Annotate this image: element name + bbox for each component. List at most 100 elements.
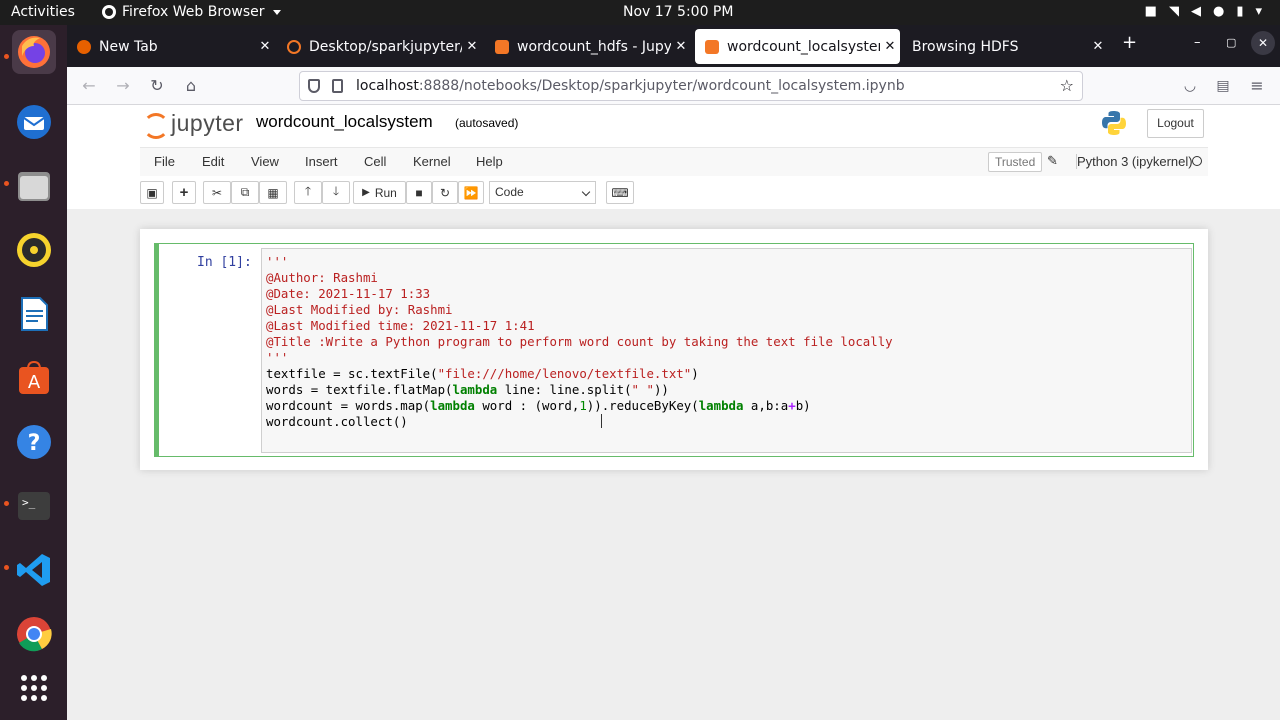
move-up-button[interactable]: 🡑 <box>294 181 322 204</box>
code-token: lambda <box>698 398 744 413</box>
code-token: ) <box>691 366 699 381</box>
restart-kernel-button[interactable]: ↻ <box>432 181 458 204</box>
dock-chrome[interactable] <box>12 612 56 656</box>
volume-icon[interactable]: ◀ <box>1191 4 1201 19</box>
save-icon: ▣ <box>146 185 158 200</box>
battery-icon[interactable]: ▮ <box>1236 4 1243 19</box>
page-info-icon[interactable] <box>332 79 343 93</box>
dock-libreoffice-writer[interactable] <box>12 292 56 336</box>
paste-icon: ▦ <box>267 185 279 200</box>
jupyter-header: jupyter wordcount_localsystem (autosaved… <box>67 105 1280 209</box>
running-indicator <box>4 54 9 59</box>
menu-view[interactable]: View <box>251 154 279 169</box>
menu-cell[interactable]: Cell <box>364 154 386 169</box>
dock-firefox[interactable] <box>12 30 56 74</box>
hamburger-menu-icon[interactable]: ≡ <box>1246 75 1268 97</box>
url-bar[interactable]: localhost:8888/notebooks/Desktop/sparkju… <box>299 71 1083 101</box>
paste-button[interactable]: ▦ <box>259 181 287 204</box>
microphone-icon[interactable]: ● <box>1213 4 1224 19</box>
tracking-shield-icon[interactable] <box>308 79 320 93</box>
scissors-icon: ✂ <box>211 185 223 200</box>
power-menu-icon[interactable]: ▾ <box>1255 4 1262 19</box>
code-token: a,b:a <box>743 398 789 413</box>
jupyter-logo[interactable]: jupyter <box>143 110 244 139</box>
move-down-button[interactable]: 🡓 <box>322 181 350 204</box>
wifi-icon[interactable]: ◥ <box>1169 4 1179 19</box>
dock-rhythmbox[interactable] <box>12 228 56 272</box>
tab-title: wordcount_hdfs - Jupyte <box>517 38 671 55</box>
code-content[interactable]: ''' @Author: Rashmi @Date: 2021-11-17 1:… <box>266 254 893 430</box>
reload-icon[interactable]: ↻ <box>146 75 168 97</box>
firefox-icon <box>102 5 116 19</box>
menu-edit[interactable]: Edit <box>202 154 224 169</box>
trusted-badge[interactable]: Trusted <box>988 152 1043 172</box>
run-button[interactable]: ▶ Run <box>353 181 406 204</box>
tab-wordcount-localsystem[interactable]: wordcount_localsystem - ✕ <box>695 29 900 64</box>
tab-new-tab[interactable]: New Tab ✕ <box>67 29 275 64</box>
pocket-icon[interactable]: ◡ <box>1179 75 1201 97</box>
notebook-name[interactable]: wordcount_localsystem <box>256 112 433 132</box>
bookmark-star-icon[interactable]: ☆ <box>1060 76 1074 95</box>
dock-help[interactable]: ? <box>12 420 56 464</box>
dock-terminal[interactable]: >_ <box>12 484 56 528</box>
cell-type-select[interactable]: Code <box>489 181 596 204</box>
menu-insert[interactable]: Insert <box>305 154 338 169</box>
interrupt-button[interactable]: ■ <box>406 181 432 204</box>
cut-button[interactable]: ✂ <box>203 181 231 204</box>
code-line: @Author: Rashmi <box>266 270 378 285</box>
minimize-button[interactable]: – <box>1194 35 1201 50</box>
code-cell[interactable]: In [1]: ''' @Author: Rashmi @Date: 2021-… <box>154 243 1194 457</box>
menu-kernel[interactable]: Kernel <box>413 154 451 169</box>
dock-software[interactable]: A <box>12 356 56 400</box>
show-applications-button[interactable] <box>12 666 56 710</box>
menu-file[interactable]: File <box>154 154 175 169</box>
close-window-button[interactable]: ✕ <box>1251 31 1275 55</box>
url-text[interactable]: localhost:8888/notebooks/Desktop/sparkju… <box>356 78 905 94</box>
sidebar-icon[interactable]: ▤ <box>1212 75 1234 97</box>
dock-files[interactable] <box>12 164 56 208</box>
logout-button[interactable]: Logout <box>1147 109 1204 138</box>
home-icon[interactable]: ⌂ <box>180 75 202 97</box>
maximize-button[interactable]: ▢ <box>1226 36 1236 49</box>
restart-run-all-button[interactable]: ⏩ <box>458 181 484 204</box>
command-palette-button[interactable]: ⌨ <box>606 181 634 204</box>
arrow-up-icon: 🡑 <box>304 184 312 198</box>
tab-wordcount-hdfs[interactable]: wordcount_hdfs - Jupyte ✕ <box>485 29 691 64</box>
code-line: @Date: 2021-11-17 1:33 <box>266 286 431 301</box>
code-line: wordcount.collect() <box>266 414 408 429</box>
back-arrow-icon[interactable]: ← <box>78 75 100 97</box>
code-token: textfile = sc.textFile( <box>266 366 438 381</box>
screen-record-icon[interactable]: ■ <box>1145 4 1157 19</box>
app-menu[interactable]: Firefox Web Browser <box>102 4 281 20</box>
code-token: )) <box>653 382 669 397</box>
tab-sparkjupyter[interactable]: Desktop/sparkjupyter/ ✕ <box>277 29 482 64</box>
close-tab-icon[interactable]: ✕ <box>1088 39 1108 54</box>
terminal-icon: >_ <box>18 492 50 520</box>
clock[interactable]: Nov 17 5:00 PM <box>623 4 733 20</box>
kernel-name[interactable]: Python 3 (ipykernel) <box>1076 154 1193 169</box>
system-tray[interactable]: ■ ◥ ◀ ● ▮ ▾ <box>1145 4 1262 19</box>
play-icon: ▶ <box>362 187 370 198</box>
code-editor[interactable]: ''' @Author: Rashmi @Date: 2021-11-17 1:… <box>261 248 1192 453</box>
activities-button[interactable]: Activities <box>11 4 75 20</box>
close-tab-icon[interactable]: ✕ <box>462 39 482 54</box>
menu-help[interactable]: Help <box>476 154 503 169</box>
save-button[interactable]: ▣ <box>140 181 164 204</box>
chrome-icon <box>17 617 52 652</box>
navigation-bar: ← → ↻ ⌂ localhost:8888/notebooks/Desktop… <box>67 67 1280 105</box>
vscode-icon <box>17 554 50 586</box>
forward-arrow-icon[interactable]: → <box>112 75 134 97</box>
copy-button[interactable]: ⧉ <box>231 181 259 204</box>
new-tab-button[interactable]: + <box>1122 32 1137 53</box>
close-tab-icon[interactable]: ✕ <box>255 39 275 54</box>
tab-browsing-hdfs[interactable]: Browsing HDFS ✕ <box>902 29 1108 64</box>
kernel-idle-indicator-icon <box>1192 156 1202 166</box>
close-tab-icon[interactable]: ✕ <box>880 39 900 54</box>
running-indicator <box>4 565 9 570</box>
insert-cell-button[interactable]: + <box>172 181 196 204</box>
tab-title: New Tab <box>99 38 158 55</box>
jupyter-favicon-icon <box>287 39 301 54</box>
close-tab-icon[interactable]: ✕ <box>671 39 691 54</box>
dock-vscode[interactable] <box>12 548 56 592</box>
dock-thunderbird[interactable] <box>12 100 56 144</box>
